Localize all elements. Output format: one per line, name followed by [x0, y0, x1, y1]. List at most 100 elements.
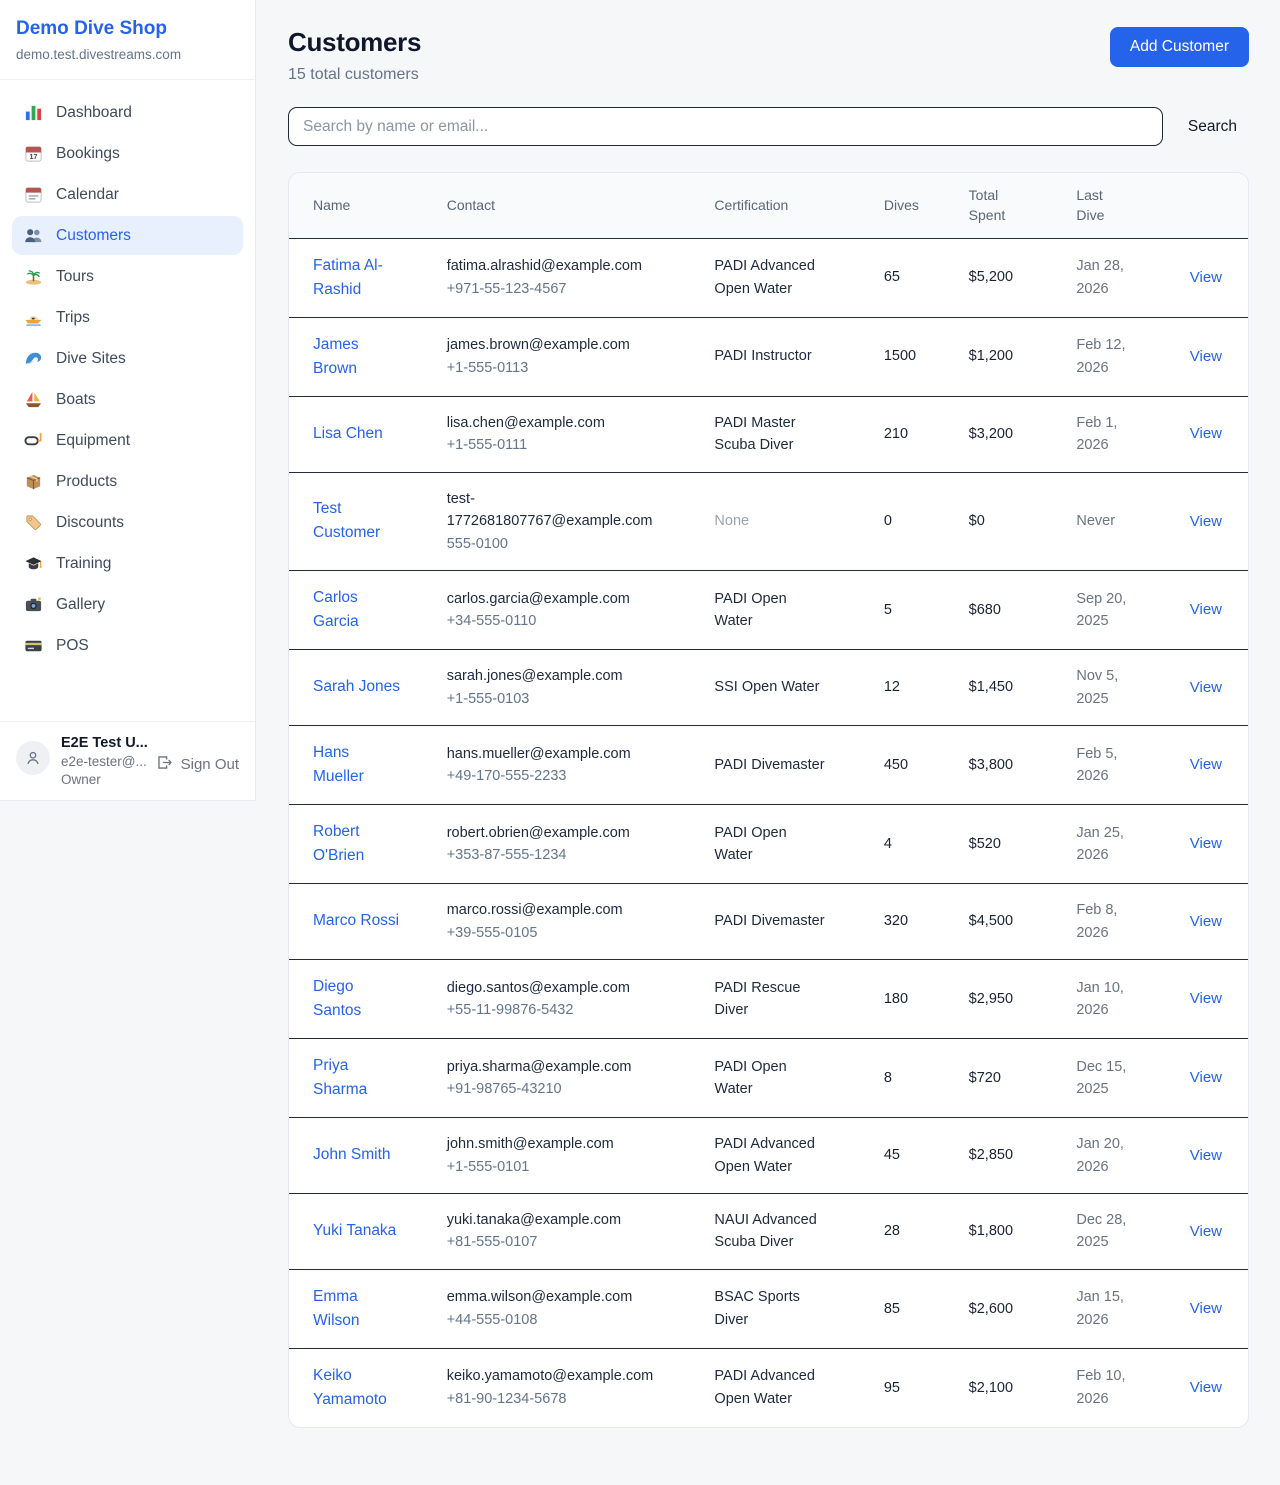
sidebar-item-tours[interactable]: Tours: [12, 257, 243, 296]
customer-name-link[interactable]: James Brown: [313, 333, 401, 381]
customer-phone: +39-555-0105: [447, 922, 691, 944]
view-link[interactable]: View: [1190, 913, 1222, 930]
customer-name-link[interactable]: Hans Mueller: [313, 741, 401, 789]
customer-last-dive: Feb 1, 2026: [1076, 412, 1134, 457]
customer-phone: +353-87-555-1234: [447, 844, 691, 866]
shop-title[interactable]: Demo Dive Shop: [16, 18, 239, 40]
search-input[interactable]: [288, 107, 1163, 146]
view-link[interactable]: View: [1190, 835, 1222, 852]
customer-name-link[interactable]: Test Customer: [313, 497, 401, 545]
customer-phone: +34-555-0110: [447, 610, 691, 632]
sidebar-item-customers[interactable]: Customers: [12, 216, 243, 255]
customer-name-link[interactable]: Emma Wilson: [313, 1285, 401, 1333]
view-link[interactable]: View: [1190, 348, 1222, 365]
avatar: [16, 741, 50, 775]
customer-email: carlos.garcia@example.com: [447, 588, 659, 610]
customer-dives: 8: [872, 1039, 957, 1118]
column-contact: Contact: [435, 173, 703, 238]
user-info: E2E Test U... e2e-tester@... Owner: [61, 735, 145, 787]
customer-name-link[interactable]: Lisa Chen: [313, 422, 383, 446]
sidebar-item-training[interactable]: Training: [12, 544, 243, 583]
sidebar-item-boats[interactable]: Boats: [12, 380, 243, 419]
pos-icon: [24, 636, 43, 655]
sidebar-item-calendar[interactable]: Calendar: [12, 175, 243, 214]
customer-name-link[interactable]: Marco Rossi: [313, 909, 399, 933]
view-link[interactable]: View: [1190, 513, 1222, 530]
view-link[interactable]: View: [1190, 269, 1222, 286]
customer-dives: 1500: [872, 317, 957, 396]
table-row: Emma Wilson emma.wilson@example.com +44-…: [289, 1269, 1248, 1348]
sidebar-item-dive-sites[interactable]: Dive Sites: [12, 339, 243, 378]
customer-name-link[interactable]: Priya Sharma: [313, 1054, 401, 1102]
customer-email: sarah.jones@example.com: [447, 665, 659, 687]
column-last-dive: Last Dive: [1064, 173, 1170, 238]
search-button[interactable]: Search: [1188, 118, 1249, 136]
sidebar-item-discounts[interactable]: Discounts: [12, 503, 243, 542]
sidebar-item-trips[interactable]: Trips: [12, 298, 243, 337]
customer-email: marco.rossi@example.com: [447, 899, 659, 921]
customer-total-spent: $3,200: [957, 396, 1065, 472]
table-row: James Brown james.brown@example.com +1-5…: [289, 317, 1248, 396]
sidebar-item-dashboard[interactable]: Dashboard: [12, 93, 243, 132]
view-link[interactable]: View: [1190, 756, 1222, 773]
customer-total-spent: $520: [957, 805, 1065, 884]
sidebar-item-pos[interactable]: POS: [12, 626, 243, 665]
main-content: Customers 15 total customers Add Custome…: [256, 0, 1280, 1428]
sidebar-item-gallery[interactable]: Gallery: [12, 585, 243, 624]
view-link[interactable]: View: [1190, 425, 1222, 442]
sidebar-nav: Dashboard 17 Bookings Calendar Customers…: [0, 80, 255, 721]
sidebar-item-equipment[interactable]: Equipment: [12, 421, 243, 460]
sign-out-button[interactable]: Sign Out: [156, 754, 239, 775]
sidebar-item-products[interactable]: Products: [12, 462, 243, 501]
customers-table-card: NameContactCertificationDivesTotal Spent…: [288, 172, 1249, 1428]
customer-name-link[interactable]: Fatima Al-Rashid: [313, 254, 401, 302]
page-title: Customers: [288, 27, 421, 58]
customer-last-dive: Jan 15, 2026: [1076, 1286, 1134, 1331]
customer-name-link[interactable]: Robert O'Brien: [313, 820, 401, 868]
user-avatar-icon: [24, 749, 42, 767]
customer-name-link[interactable]: John Smith: [313, 1143, 391, 1167]
view-link[interactable]: View: [1190, 601, 1222, 618]
customer-name-link[interactable]: Sarah Jones: [313, 675, 400, 699]
customer-phone: +1-555-0111: [447, 434, 691, 456]
customer-name-link[interactable]: Diego Santos: [313, 975, 401, 1023]
sidebar-item-bookings[interactable]: 17 Bookings: [12, 134, 243, 173]
svg-text:17: 17: [30, 153, 38, 161]
products-icon: [24, 472, 43, 491]
view-link[interactable]: View: [1190, 1379, 1222, 1396]
view-link[interactable]: View: [1190, 1069, 1222, 1086]
customer-certification: PADI Rescue Diver: [714, 977, 826, 1022]
customer-name-link[interactable]: Yuki Tanaka: [313, 1219, 396, 1243]
add-customer-button[interactable]: Add Customer: [1110, 27, 1249, 67]
dive-sites-icon: [24, 349, 43, 368]
customer-dives: 180: [872, 959, 957, 1038]
customer-certification: PADI Divemaster: [714, 910, 824, 932]
table-row: Diego Santos diego.santos@example.com +5…: [289, 959, 1248, 1038]
customer-last-dive: Dec 28, 2025: [1076, 1209, 1134, 1254]
view-link[interactable]: View: [1190, 679, 1222, 696]
customer-name-link[interactable]: Keiko Yamamoto: [313, 1364, 401, 1412]
view-link[interactable]: View: [1190, 1223, 1222, 1240]
customer-dives: 450: [872, 725, 957, 804]
training-icon: [24, 554, 43, 573]
shop-subdomain: demo.test.divestreams.com: [16, 47, 239, 62]
sidebar-footer: E2E Test U... e2e-tester@... Owner Sign …: [0, 721, 255, 800]
view-link[interactable]: View: [1190, 1147, 1222, 1164]
customer-total-spent: $2,600: [957, 1269, 1065, 1348]
bookings-icon: 17: [24, 144, 43, 163]
customer-dives: 65: [872, 238, 957, 317]
customer-email: priya.sharma@example.com: [447, 1056, 659, 1078]
customer-phone: +81-90-1234-5678: [447, 1388, 691, 1410]
view-link[interactable]: View: [1190, 990, 1222, 1007]
customer-last-dive: Never: [1076, 510, 1115, 532]
table-row: Priya Sharma priya.sharma@example.com +9…: [289, 1039, 1248, 1118]
customer-email: diego.santos@example.com: [447, 977, 659, 999]
view-link[interactable]: View: [1190, 1300, 1222, 1317]
customer-dives: 85: [872, 1269, 957, 1348]
customer-phone: +55-11-99876-5432: [447, 999, 691, 1021]
table-row: Keiko Yamamoto keiko.yamamoto@example.co…: [289, 1348, 1248, 1427]
customer-total-spent: $0: [957, 472, 1065, 570]
customer-name-link[interactable]: Carlos Garcia: [313, 586, 401, 634]
column-name: Name: [289, 173, 435, 238]
customer-phone: +1-555-0103: [447, 688, 691, 710]
